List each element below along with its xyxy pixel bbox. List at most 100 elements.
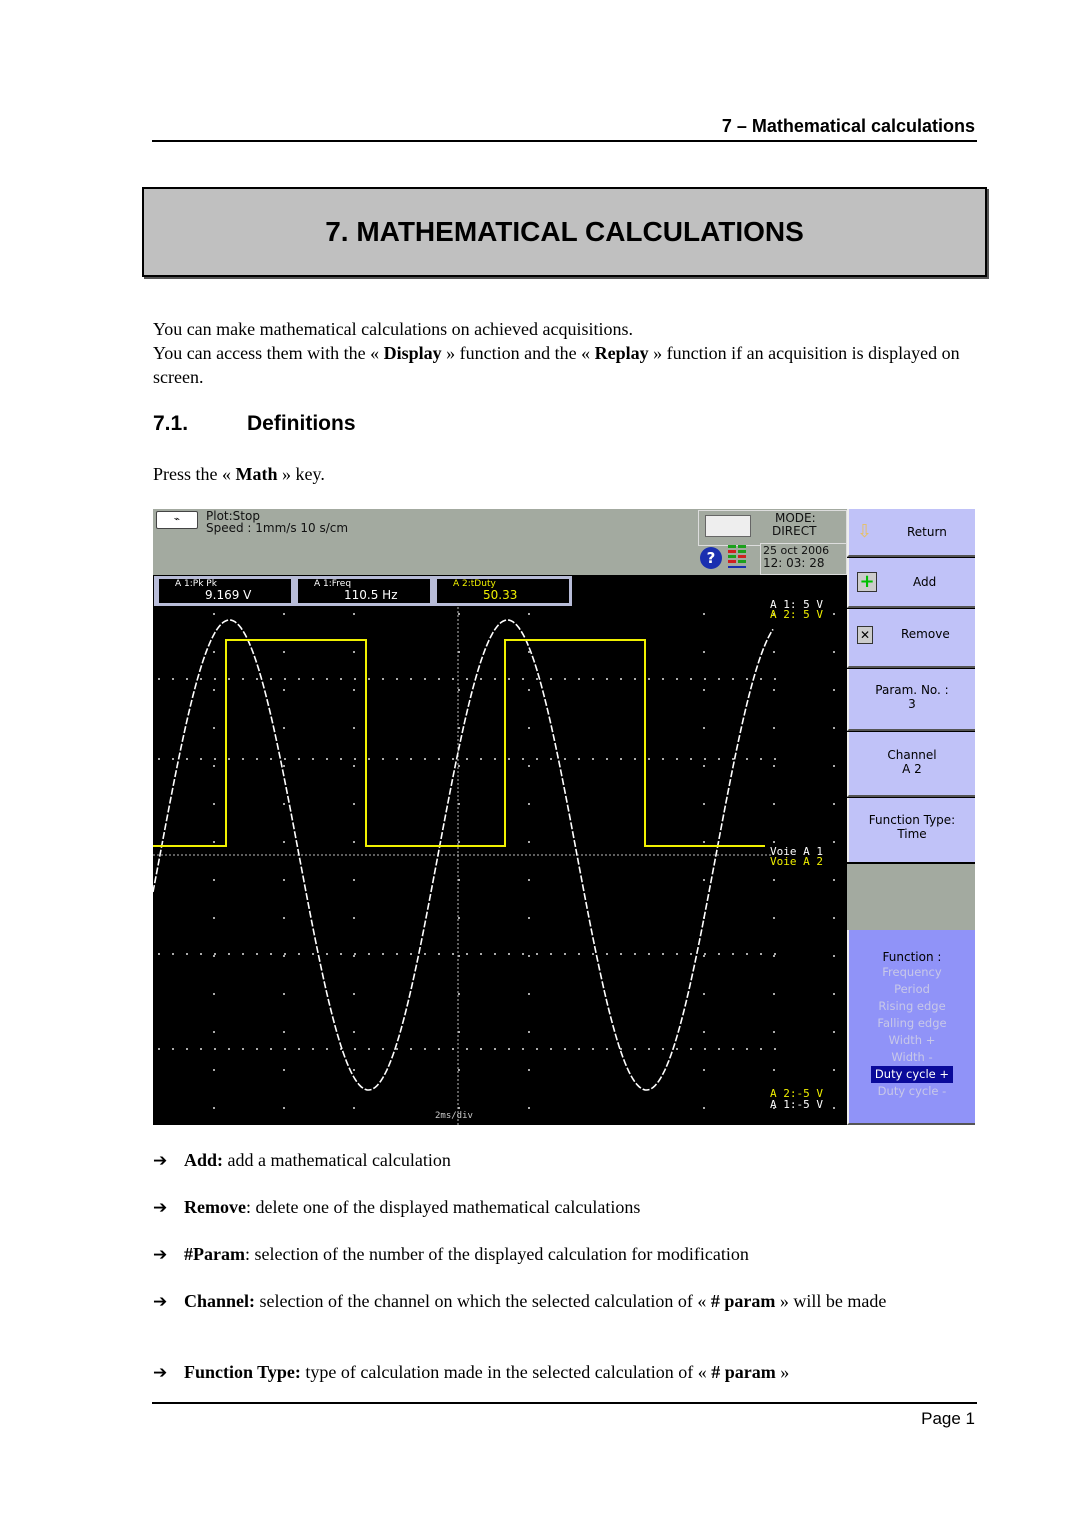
return-button[interactable]: ⇩ Return (847, 509, 975, 557)
grid-dot (242, 953, 244, 955)
grid-dot (536, 678, 538, 680)
grid-dot (550, 953, 552, 955)
help-icon[interactable]: ? (700, 547, 722, 569)
grid-dot (833, 689, 835, 691)
mode-value: DIRECT (772, 524, 817, 538)
grid-dot (213, 841, 215, 843)
display-keyword: Display (383, 343, 442, 363)
arrow-icon: ➔ (153, 1292, 168, 1312)
grid-dot (690, 1048, 692, 1050)
grid-dot (283, 993, 285, 995)
grid-dot (760, 953, 762, 955)
remove-button[interactable]: ✕ Remove (847, 609, 975, 668)
grid-dot (773, 841, 775, 843)
text: » key. (277, 464, 325, 484)
grid-dot (353, 993, 355, 995)
grid-dot (550, 758, 552, 760)
bullet-term: Channel: (184, 1291, 256, 1311)
grid-dot (564, 678, 566, 680)
grid-dot (452, 953, 454, 955)
grid-dot (213, 1069, 215, 1071)
measurement-box[interactable]: A 1:Freq 110.5 Hz (293, 576, 433, 606)
measurement-box[interactable]: A 2:tDuty 50.33 (432, 576, 572, 606)
grid-dot (592, 1048, 594, 1050)
function-option[interactable]: Width + (849, 1032, 975, 1049)
grid-dot (256, 678, 258, 680)
grid-dot (353, 917, 355, 919)
grid-dot (466, 953, 468, 955)
grid-dot (256, 953, 258, 955)
grid-dot (353, 613, 355, 615)
grid-dot (773, 727, 775, 729)
function-option[interactable]: Period (849, 981, 975, 998)
grid-dot (690, 953, 692, 955)
grid-dot (833, 765, 835, 767)
grid-dot (326, 758, 328, 760)
math-keyword: Math (235, 464, 278, 484)
grid-dot (353, 955, 355, 957)
grid-dot (528, 1031, 530, 1033)
grid-dot (703, 1069, 705, 1071)
grid-dot (606, 1048, 608, 1050)
channel-button[interactable]: Channel A 2 (847, 732, 975, 797)
bullet-add: ➔ Add: add a mathematical calculation (153, 1148, 973, 1173)
function-option[interactable]: Duty cycle + (870, 1066, 954, 1083)
grid-dot (213, 765, 215, 767)
function-type-button[interactable]: Function Type: Time (847, 798, 975, 862)
function-option[interactable]: Rising edge (849, 998, 975, 1015)
grid-dot (326, 953, 328, 955)
measurement-box[interactable]: A 1:Pk Pk 9.169 V (154, 576, 294, 606)
grid-dot (354, 953, 356, 955)
grid-dot (522, 678, 524, 680)
function-list[interactable]: Function : Frequency Period Rising edge Fal… (847, 930, 975, 1125)
section-title: Definitions (247, 412, 356, 435)
bullet-channel: ➔ Channel: selection of the channel on wh… (153, 1289, 974, 1314)
grid-dot (353, 689, 355, 691)
param-number-button[interactable]: Param. No. : 3 (847, 669, 975, 731)
grid-dot (458, 841, 460, 843)
grid-dot (833, 651, 835, 653)
grid-dot (648, 758, 650, 760)
grid-dot (200, 758, 202, 760)
grid-dot (662, 953, 664, 955)
grid-dot (283, 1107, 285, 1109)
function-option[interactable]: Frequency (849, 964, 975, 981)
bullet-param: ➔ #Param: selection of the number of the … (153, 1242, 973, 1267)
grid-dot (528, 1107, 530, 1109)
function-option[interactable]: Width - (849, 1049, 975, 1066)
grid-dot (703, 765, 705, 767)
grid-dot (200, 1048, 202, 1050)
grid-dot (703, 993, 705, 995)
grid-dot (438, 953, 440, 955)
grid-dot (703, 1031, 705, 1033)
function-option[interactable]: Duty cycle - (849, 1083, 975, 1100)
grid-dot (833, 1069, 835, 1071)
grid-dot (833, 1107, 835, 1109)
grid-dot (283, 1031, 285, 1033)
time: 12: 03: 28 (763, 556, 825, 570)
add-button[interactable]: + Add (847, 558, 975, 608)
grid-dot (213, 727, 215, 729)
grid-dot (396, 953, 398, 955)
bullet-term: # param (710, 1291, 776, 1311)
grid-dot (340, 758, 342, 760)
ch2-square-trace (153, 639, 765, 847)
plot-recorder-icon[interactable]: ⌁ (156, 511, 198, 529)
grid-dot (703, 955, 705, 957)
grid-dot (228, 678, 230, 680)
ch2-ground-label: Voie A 2 (770, 855, 823, 868)
grid-dot (564, 1048, 566, 1050)
grid-dot (172, 758, 174, 760)
grid-dot (634, 758, 636, 760)
function-type-value: Time (897, 827, 927, 841)
grid-dot (690, 758, 692, 760)
grid-dot (458, 613, 460, 615)
memory-bars-icon[interactable] (727, 544, 747, 570)
grid-dot (703, 613, 705, 615)
grid-dot (213, 803, 215, 805)
grid-dot (648, 678, 650, 680)
grid-dot (746, 953, 748, 955)
function-option[interactable]: Falling edge (849, 1015, 975, 1032)
grid-dot (528, 917, 530, 919)
grid-dot (732, 953, 734, 955)
